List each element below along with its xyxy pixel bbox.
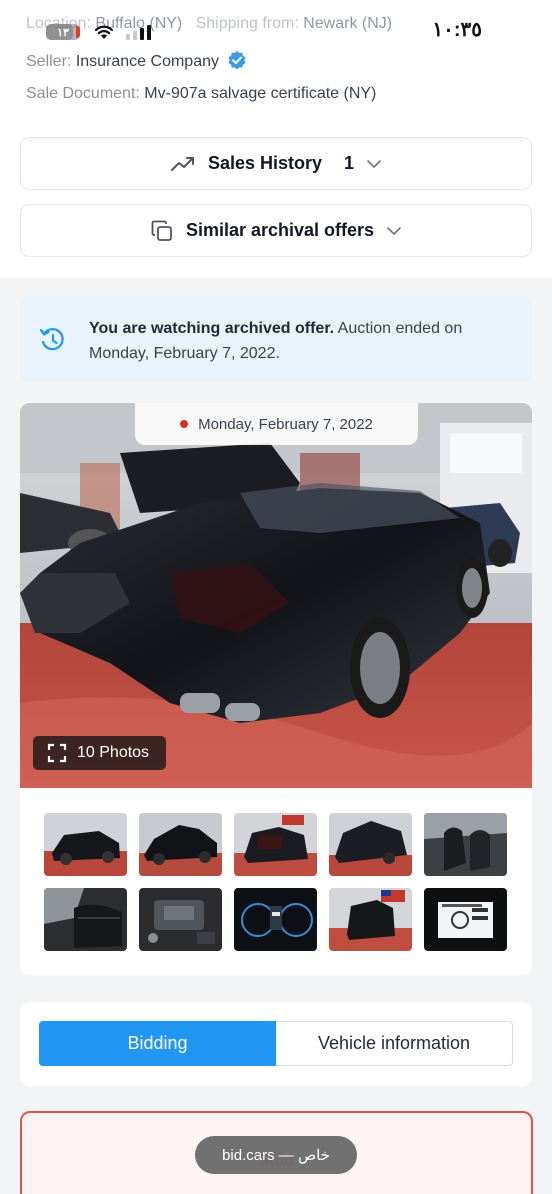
auction-date: Monday, February 7, 2022	[198, 415, 373, 433]
thumbnail-interior-front[interactable]	[424, 813, 507, 876]
wifi-icon	[94, 25, 114, 39]
seller-label: Seller:	[26, 53, 72, 70]
thumbnail-rear-view-flag[interactable]	[329, 888, 412, 951]
archived-notice: You are watching archived offer. Auction…	[20, 296, 532, 382]
thumbnail-interior-rear[interactable]	[44, 888, 127, 951]
tab-bidding[interactable]: Bidding	[39, 1021, 276, 1066]
shipping-value: Newark (NJ)	[303, 15, 393, 32]
photo-gallery: Monday, February 7, 2022 10 Photos	[20, 403, 532, 975]
thumbnail-window-sticker[interactable]	[424, 888, 507, 951]
thumbnail-front-three-quarter[interactable]	[44, 813, 127, 876]
similar-offers-toggle[interactable]: Similar archival offers	[20, 204, 532, 257]
battery-level: ١٣	[57, 26, 69, 39]
shipping-label: Shipping from:	[195, 15, 299, 32]
thumbnail-rear-angle[interactable]	[329, 813, 412, 876]
trend-up-icon	[170, 156, 194, 171]
thumbnail-grid	[44, 813, 507, 951]
thumbnail-rear-damage[interactable]	[234, 813, 317, 876]
sale-document-row: Sale Document: Mv-907a salvage certifica…	[26, 85, 376, 103]
tab-vehicle-information[interactable]: Vehicle information	[276, 1021, 513, 1066]
fullscreen-icon	[47, 743, 67, 763]
status-dot	[180, 420, 189, 428]
details-card: ١٣ ١٠:٣٥ Location: Buffalo (NY) Shipping…	[0, 0, 552, 278]
main-car-photo[interactable]: Monday, February 7, 2022 10 Photos	[20, 403, 532, 788]
history-icon	[39, 328, 64, 351]
tabs-card: Bidding Vehicle information	[20, 1002, 532, 1086]
document-value: Mv-907a salvage certificate (NY)	[144, 85, 377, 102]
notice-bold-text: You are watching archived offer.	[89, 320, 335, 337]
thumbnail-side-view[interactable]	[139, 813, 222, 876]
site-toast: bid.cars — خاص	[195, 1136, 357, 1174]
thumbnail-engine-bay[interactable]	[139, 888, 222, 951]
photos-count-label: 10 Photos	[77, 744, 150, 761]
sales-history-count: 1	[344, 153, 355, 173]
seller-value: Insurance Company	[75, 53, 219, 70]
seller-row: Seller: Insurance Company	[26, 50, 247, 71]
photos-button[interactable]: 10 Photos	[33, 736, 166, 770]
similar-offers-label: Similar archival offers	[185, 220, 375, 240]
auction-date-badge: Monday, February 7, 2022	[135, 403, 418, 445]
chevron-down-icon	[387, 226, 401, 235]
thumbnail-dashboard-cluster[interactable]	[234, 888, 317, 951]
signal-icon	[126, 24, 156, 40]
copy-icon	[151, 220, 172, 241]
document-label: Sale Document:	[26, 85, 140, 102]
car-photo-image	[20, 403, 532, 788]
sales-history-label: Sales History	[207, 153, 323, 173]
location-row: Location: Buffalo (NY) Shipping from: Ne…	[26, 15, 392, 33]
chevron-down-icon	[367, 159, 381, 168]
battery-icon: ١٣	[46, 24, 80, 40]
sales-history-toggle[interactable]: Sales History 1	[20, 137, 532, 190]
verified-badge-icon	[228, 51, 246, 70]
clock: ١٠:٣٥	[432, 19, 482, 41]
